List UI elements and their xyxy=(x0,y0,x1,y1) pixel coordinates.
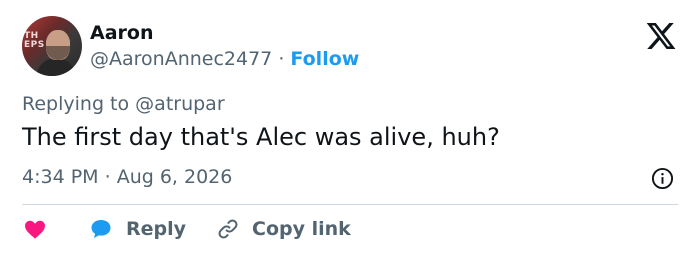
tweet-text: The first day that's Alec was alive, huh… xyxy=(22,123,500,151)
reply-button[interactable]: Reply xyxy=(88,217,216,241)
follow-button[interactable]: Follow xyxy=(290,48,359,70)
tweet-actions: Reply Copy link xyxy=(22,215,351,243)
author-handle-row: @AaronAnnec2477 · Follow xyxy=(90,48,359,70)
heart-icon[interactable] xyxy=(22,217,48,241)
timestamp-time: 4:34 PM xyxy=(22,166,99,188)
avatar-sign-text: TH EPS xyxy=(24,31,45,50)
copy-link-label: Copy link xyxy=(252,218,351,240)
replying-to-user[interactable]: @atrupar xyxy=(135,93,224,115)
timestamp-separator: · xyxy=(104,166,111,188)
handle-separator: · xyxy=(278,48,285,70)
copy-link-button[interactable]: Copy link xyxy=(216,217,351,241)
comment-bubble-icon xyxy=(91,220,111,238)
author-avatar[interactable]: TH EPS xyxy=(22,16,82,76)
reply-label: Reply xyxy=(126,218,187,240)
replying-to: Replying to @atrupar xyxy=(22,93,225,115)
timestamp-date: Aug 6, 2026 xyxy=(116,166,233,188)
info-icon[interactable] xyxy=(651,167,674,190)
replying-to-prefix: Replying to xyxy=(22,93,130,115)
x-logo-icon[interactable] xyxy=(645,20,677,52)
author-handle[interactable]: @AaronAnnec2477 xyxy=(90,48,272,70)
divider xyxy=(22,204,678,205)
tweet-timestamp[interactable]: 4:34 PM · Aug 6, 2026 xyxy=(22,166,232,188)
author-name[interactable]: Aaron xyxy=(90,22,153,44)
link-icon xyxy=(218,219,238,239)
